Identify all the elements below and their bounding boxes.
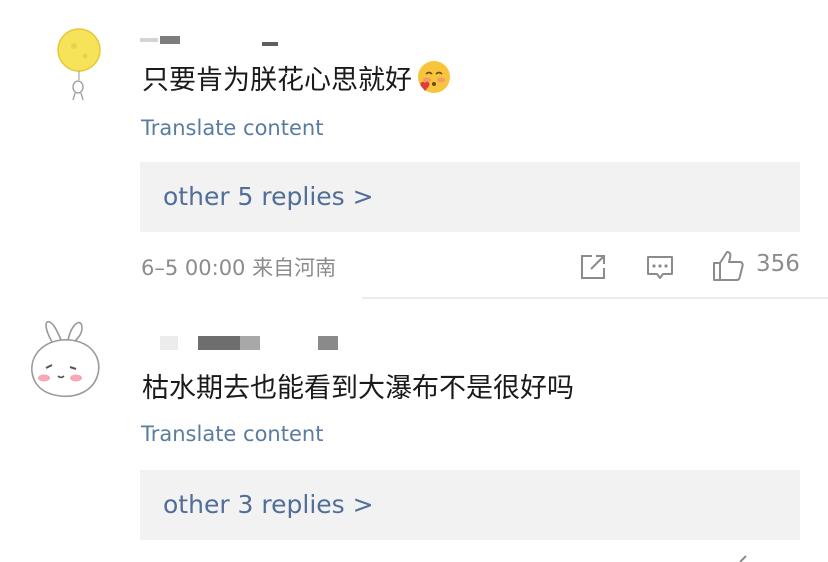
more-replies-label: other 5 replies > [163,182,374,211]
blushing-heart-emoji [418,61,450,93]
comment-text: 只要肯为朕花心思就好 [142,58,452,97]
more-replies-button[interactable]: other 5 replies > [140,162,800,232]
translate-link[interactable]: Translate content [141,422,323,446]
avatar[interactable] [22,312,122,412]
comment-icon[interactable] [645,253,675,283]
comment-item: 枯水期去也能看到大瀑布不是很好吗 Translate content other… [0,300,828,562]
translate-link[interactable]: Translate content [141,116,323,140]
partial-icon [739,555,747,562]
share-icon[interactable] [578,252,608,282]
avatar[interactable] [22,10,122,110]
more-replies-button[interactable]: other 3 replies > [140,470,800,540]
divider [362,297,828,299]
more-replies-label: other 3 replies > [163,490,374,519]
comment-item: 只要肯为朕花心思就好 Translate content other 5 rep… [0,0,828,300]
like-count: 356 [756,251,800,277]
like-icon[interactable] [711,249,745,283]
comment-text: 枯水期去也能看到大瀑布不是很好吗 [142,373,574,404]
comment-meta: 6–5 00:00 来自河南 [141,256,337,280]
